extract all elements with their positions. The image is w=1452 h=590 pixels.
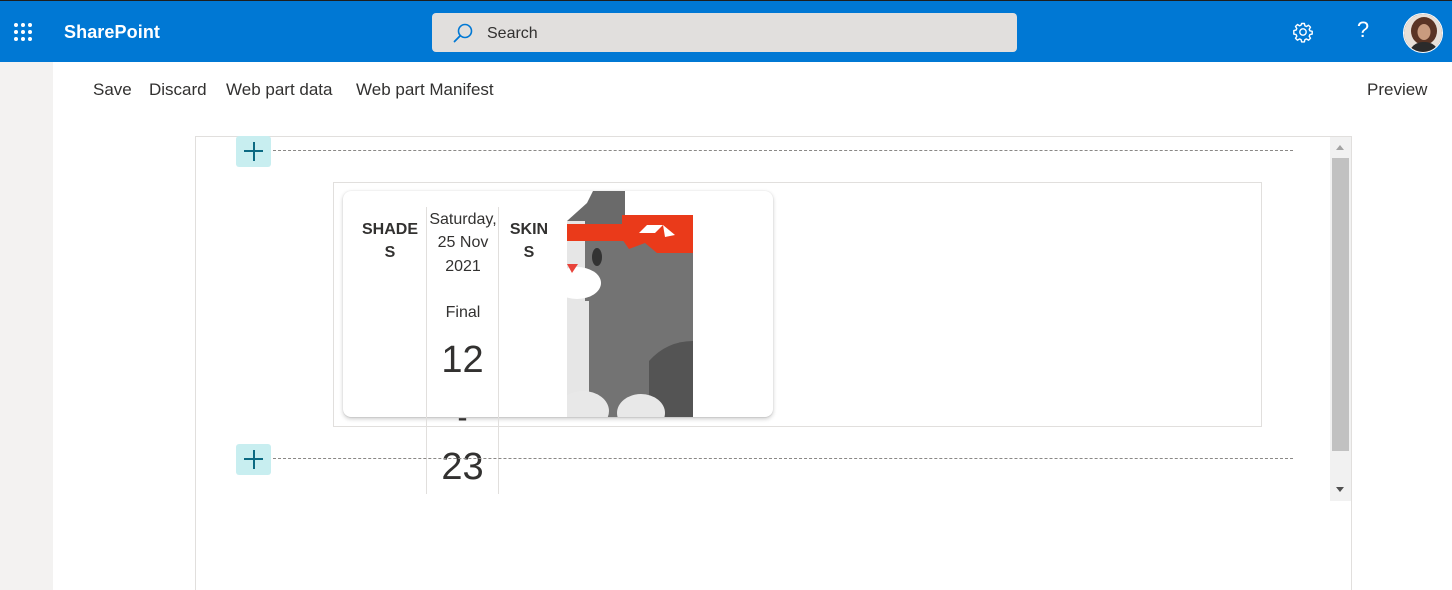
left-rail bbox=[0, 62, 53, 590]
webpart-manifest-button[interactable]: Web part Manifest bbox=[356, 80, 494, 100]
match-date: Saturday, 25 Nov 2021 bbox=[429, 211, 497, 275]
section-divider-top bbox=[273, 150, 1293, 151]
discard-button[interactable]: Discard bbox=[149, 80, 207, 100]
add-section-button-top[interactable] bbox=[236, 136, 271, 167]
save-button[interactable]: Save bbox=[93, 80, 132, 100]
webpart-data-button[interactable]: Web part data bbox=[226, 80, 332, 100]
search-icon bbox=[453, 23, 473, 43]
score-separator: - bbox=[427, 414, 498, 428]
home-team-name: SHADES bbox=[362, 221, 419, 261]
scroll-up-arrow-icon[interactable] bbox=[1336, 145, 1344, 150]
section-divider-bottom bbox=[273, 458, 1293, 459]
search-box[interactable]: Search bbox=[432, 13, 1017, 52]
match-status: Final bbox=[445, 304, 481, 321]
scrollbar[interactable] bbox=[1330, 137, 1351, 501]
waffle-icon[interactable] bbox=[0, 1, 48, 63]
gear-icon[interactable] bbox=[1292, 21, 1314, 43]
preview-button[interactable]: Preview bbox=[1367, 80, 1427, 100]
help-icon[interactable]: ? bbox=[1352, 17, 1374, 45]
away-score: 23 bbox=[441, 446, 484, 488]
away-team-name: SKINS bbox=[509, 221, 549, 261]
column-divider-right bbox=[498, 207, 499, 494]
home-score: 12 bbox=[441, 339, 484, 381]
team-logo-cat bbox=[567, 191, 693, 417]
scroll-down-arrow-icon[interactable] bbox=[1336, 487, 1344, 492]
scroll-thumb[interactable] bbox=[1332, 158, 1349, 451]
suite-bar: SharePoint Search ? bbox=[0, 0, 1452, 62]
avatar[interactable] bbox=[1403, 13, 1443, 53]
search-placeholder: Search bbox=[487, 25, 538, 42]
avatar-image bbox=[1404, 14, 1442, 52]
app-title[interactable]: SharePoint bbox=[64, 22, 160, 43]
add-section-button-bottom[interactable] bbox=[236, 444, 271, 475]
